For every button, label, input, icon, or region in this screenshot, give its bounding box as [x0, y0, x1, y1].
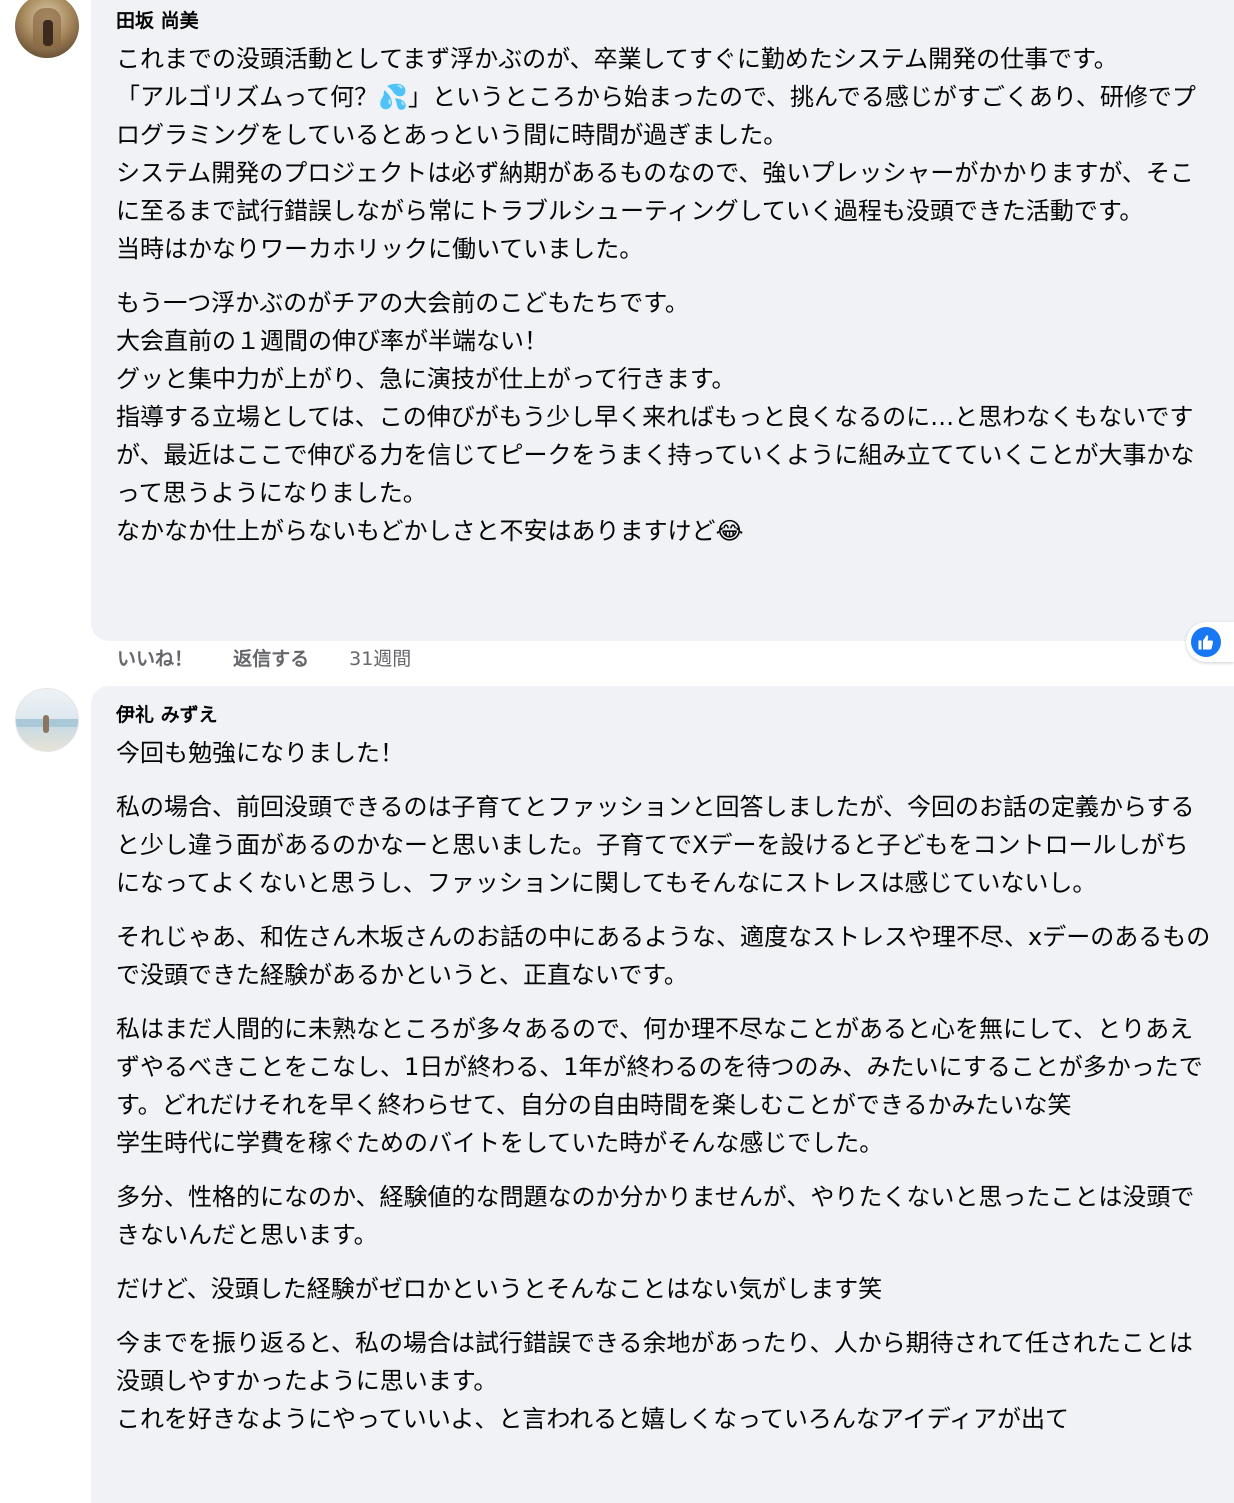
reply-button[interactable]: 返信する [233, 645, 309, 673]
comment-paragraph: 私の場合、前回没頭できるのは子育てとファッションと回答しましたが、今回のお話の定… [116, 793, 1195, 897]
reaction-badge[interactable] [1186, 622, 1234, 662]
comment-paragraph: 「アルゴリズムって何？💦」というところから始まったので、挑んでる感じがすごくあり… [116, 83, 1196, 149]
comment-actions: いいね！ 返信する 31週間 [117, 645, 445, 673]
comment-paragraph: グッと集中力が上がり、急に演技が仕上がって行きます。 [116, 365, 736, 393]
avatar-photo-figure [43, 715, 49, 733]
comment-paragraph: これを好きなようにやっていいよ、と言われると嬉しくなっていろんなアイディアが出て [116, 1405, 1070, 1433]
comment-thread: 田坂 尚美 これまでの没頭活動としてまず浮かぶのが、卒業してすぐに勤めたシステム… [0, 0, 1234, 1503]
like-button[interactable]: いいね！ [117, 645, 193, 673]
thumbs-up-icon [1191, 627, 1221, 657]
comment-author[interactable]: 田坂 尚美 [116, 8, 1211, 34]
comment-paragraph: 今までを振り返ると、私の場合は試行錯誤できる余地があったり、人から期待されて任さ… [116, 1329, 1193, 1395]
comment-paragraph: 学生時代に学費を稼ぐためのバイトをしていた時がそんな感じでした。 [116, 1129, 884, 1157]
comment-paragraph: なかなか仕上がらないもどかしさと不安はありますけど😂 [116, 517, 744, 545]
comment-author[interactable]: 伊礼 みずえ [116, 702, 1211, 728]
comment-paragraph: 今回も勉強になりました！ [116, 739, 404, 767]
comment-paragraph: 多分、性格的になのか、経験値的な問題なのか分かりませんが、やりたくないと思ったこ… [116, 1183, 1195, 1249]
avatar-photo-figure [43, 20, 53, 46]
comment-paragraph: これまでの没頭活動としてまず浮かぶのが、卒業してすぐに勤めたシステム開発の仕事で… [116, 45, 1118, 73]
comment-bubble: 田坂 尚美 これまでの没頭活動としてまず浮かぶのが、卒業してすぐに勤めたシステム… [91, 0, 1234, 641]
comment-paragraph: 大会直前の１週間の伸び率が半端ない！ [116, 327, 548, 355]
avatar[interactable] [15, 0, 79, 58]
comment-paragraph: 当時はかなりワーカホリックに働いていました。 [116, 235, 644, 263]
comment-paragraph: 指導する立場としては、この伸びがもう少し早く来ればもっと良くなるのに…と思わなく… [116, 403, 1195, 507]
comment-paragraph: それじゃあ、和佐さん木坂さんのお話の中にあるような、適度なストレスや理不尽、xデ… [116, 923, 1211, 989]
comment-bubble: 伊礼 みずえ 今回も勉強になりました！ 私の場合、前回没頭できるのは子育てとファ… [91, 686, 1234, 1503]
comment-timestamp[interactable]: 31週間 [349, 645, 411, 673]
comment-paragraph: だけど、没頭した経験がゼロかというとそんなことはない気がします笑 [116, 1275, 883, 1303]
comment-paragraph: もう一つ浮かぶのがチアの大会前のこどもたちです。 [116, 289, 689, 317]
avatar[interactable] [15, 688, 79, 752]
comment-paragraph: システム開発のプロジェクトは必ず納期があるものなので、強いプレッシャーがかかりま… [116, 159, 1194, 225]
comment-paragraph: 私はまだ人間的に未熟なところが多々あるので、何か理不尽なことがあると心を無にして… [116, 1015, 1203, 1119]
